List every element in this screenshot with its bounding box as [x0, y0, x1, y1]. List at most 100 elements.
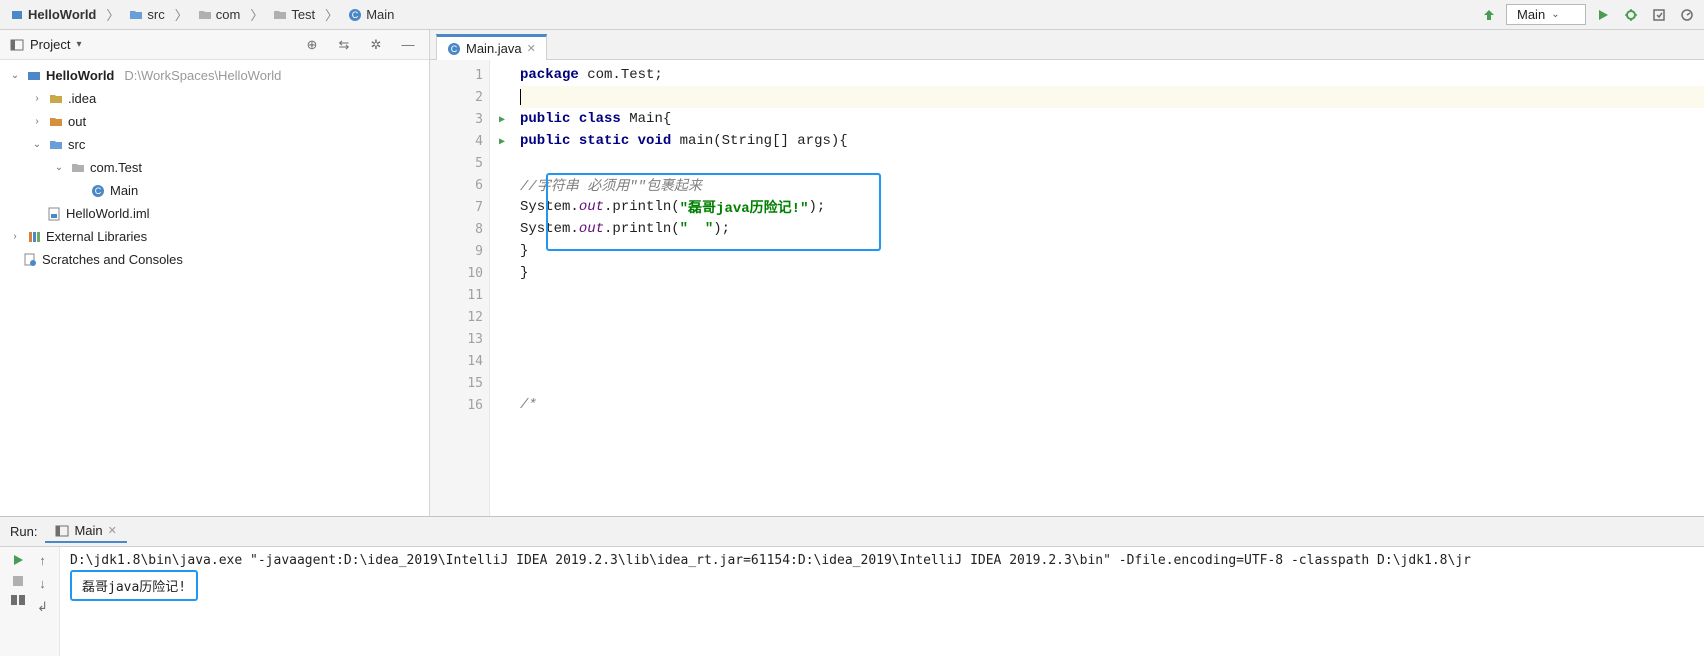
layout-icon[interactable]: [11, 595, 25, 605]
breadcrumb-label: HelloWorld: [28, 7, 96, 22]
project-tree[interactable]: ⌄ HelloWorld D:\WorkSpaces\HelloWorld › …: [0, 60, 429, 516]
svg-text:C: C: [95, 186, 102, 196]
breadcrumb-item-project[interactable]: HelloWorld: [6, 5, 100, 24]
svg-text:C: C: [451, 44, 458, 54]
up-icon[interactable]: ↑: [39, 553, 46, 568]
caret: [520, 89, 521, 105]
code-text: Main{: [621, 111, 671, 127]
run-tab-main[interactable]: Main ✕: [45, 520, 126, 543]
expand-arrow-icon[interactable]: ›: [8, 231, 22, 242]
debug-button[interactable]: [1620, 4, 1642, 26]
line-number: 5: [475, 156, 483, 171]
expand-arrow-icon[interactable]: ⌄: [8, 70, 22, 81]
class-icon: C: [447, 42, 461, 56]
code-text: static: [570, 133, 629, 149]
folder-icon: [273, 8, 287, 22]
breadcrumb-item-com[interactable]: com: [194, 5, 245, 24]
code-area[interactable]: package com.Test; public class Main{ pub…: [490, 60, 1704, 516]
hide-icon[interactable]: —: [397, 34, 419, 56]
chevron-down-icon: ⌄: [1551, 9, 1559, 20]
run-panel: Run: Main ✕ ↑ ↓ ↲: [0, 516, 1704, 656]
coverage-button[interactable]: [1648, 4, 1670, 26]
expand-arrow-icon[interactable]: ⌄: [30, 139, 44, 150]
run-panel-header: Run: Main ✕: [0, 517, 1704, 547]
chevron-right-icon: 〉: [250, 5, 263, 24]
down-icon[interactable]: ↓: [39, 576, 46, 591]
code-text: void: [629, 133, 671, 149]
build-icon[interactable]: [1478, 4, 1500, 26]
line-number: 9: [475, 244, 483, 259]
tree-node-main-class[interactable]: C Main: [0, 179, 429, 202]
module-icon: [46, 207, 62, 221]
settings-icon[interactable]: ✲: [365, 34, 387, 56]
close-icon[interactable]: ✕: [527, 42, 536, 55]
editor-tabs: C Main.java ✕: [430, 30, 1704, 60]
select-opened-file-icon[interactable]: ⊕: [301, 34, 323, 56]
tree-node-idea[interactable]: › .idea: [0, 87, 429, 110]
tree-label: HelloWorld.iml: [66, 206, 150, 221]
expand-all-icon[interactable]: ⇆: [333, 34, 355, 56]
run-tab-label: Main: [74, 523, 102, 538]
breadcrumb-item-main[interactable]: C Main: [344, 5, 398, 24]
tree-node-pkg[interactable]: ⌄ com.Test: [0, 156, 429, 179]
folder-icon: [129, 8, 143, 22]
tree-label: com.Test: [90, 160, 142, 175]
class-icon: C: [348, 8, 362, 22]
chevron-right-icon: 〉: [325, 5, 338, 24]
tree-label: Scratches and Consoles: [42, 252, 183, 267]
profile-button[interactable]: [1676, 4, 1698, 26]
breadcrumb-item-test[interactable]: Test: [269, 5, 319, 24]
tree-label: External Libraries: [46, 229, 147, 244]
editor-body[interactable]: 1 2 3▶ 4▶ 5 6 7 8 9 10 11 12 13 14 15 16…: [430, 60, 1704, 516]
tree-node-ext-lib[interactable]: › External Libraries: [0, 225, 429, 248]
run-controls: Main ⌄: [1478, 4, 1698, 26]
run-config-select[interactable]: Main ⌄: [1506, 4, 1586, 25]
editor-tab-main[interactable]: C Main.java ✕: [436, 34, 547, 60]
output-highlight-box: 磊哥java历险记!: [70, 570, 198, 601]
tree-label: src: [68, 137, 85, 152]
scratches-icon: [22, 253, 38, 267]
breadcrumb-label: Test: [291, 7, 315, 22]
top-bar: HelloWorld 〉 src 〉 com 〉 Test 〉 C: [0, 0, 1704, 30]
breadcrumb: HelloWorld 〉 src 〉 com 〉 Test 〉 C: [6, 5, 1478, 24]
expand-arrow-icon[interactable]: ›: [30, 116, 44, 127]
project-panel-title[interactable]: Project: [30, 37, 70, 52]
editor-tab-label: Main.java: [466, 41, 522, 56]
tree-node-iml[interactable]: HelloWorld.iml: [0, 202, 429, 225]
line-number: 6: [475, 178, 483, 193]
main-area: Project ▾ ⊕ ⇆ ✲ — ⌄ HelloWorld D:\WorkSp…: [0, 30, 1704, 516]
tree-node-out[interactable]: › out: [0, 110, 429, 133]
code-text: main(String[] args){: [671, 133, 847, 149]
output-cmd: D:\jdk1.8\bin\java.exe "-javaagent:D:\id…: [70, 553, 1694, 568]
tree-node-scratches[interactable]: Scratches and Consoles: [0, 248, 429, 271]
code-text: class: [570, 111, 620, 127]
project-view-icon: [10, 39, 24, 51]
code-text: package: [520, 67, 579, 83]
line-number: 7: [475, 200, 483, 215]
run-output[interactable]: D:\jdk1.8\bin\java.exe "-javaagent:D:\id…: [60, 547, 1704, 656]
editor-gutter: 1 2 3▶ 4▶ 5 6 7 8 9 10 11 12 13 14 15 16: [430, 60, 490, 516]
rerun-icon[interactable]: [11, 553, 25, 567]
chevron-right-icon: 〉: [175, 5, 188, 24]
line-number: 14: [467, 354, 483, 369]
tree-label: out: [68, 114, 86, 129]
class-icon: C: [90, 184, 106, 198]
run-button[interactable]: [1592, 4, 1614, 26]
code-highlight-box: [546, 173, 881, 251]
folder-icon: [48, 139, 64, 151]
tree-label: .idea: [68, 91, 96, 106]
expand-arrow-icon[interactable]: ›: [30, 93, 44, 104]
run-body: ↑ ↓ ↲ D:\jdk1.8\bin\java.exe "-javaagent…: [0, 547, 1704, 656]
code-text: public: [520, 111, 570, 127]
line-number: 3: [475, 112, 483, 127]
expand-arrow-icon[interactable]: ⌄: [52, 162, 66, 173]
breadcrumb-item-src[interactable]: src: [125, 5, 168, 24]
close-icon[interactable]: ✕: [108, 524, 117, 537]
stop-icon[interactable]: [12, 575, 24, 587]
breadcrumb-label: com: [216, 7, 241, 22]
svg-text:C: C: [352, 10, 359, 20]
tree-node-src[interactable]: ⌄ src: [0, 133, 429, 156]
folder-icon: [48, 93, 64, 105]
wrap-icon[interactable]: ↲: [37, 599, 48, 615]
tree-node-root[interactable]: ⌄ HelloWorld D:\WorkSpaces\HelloWorld: [0, 64, 429, 87]
